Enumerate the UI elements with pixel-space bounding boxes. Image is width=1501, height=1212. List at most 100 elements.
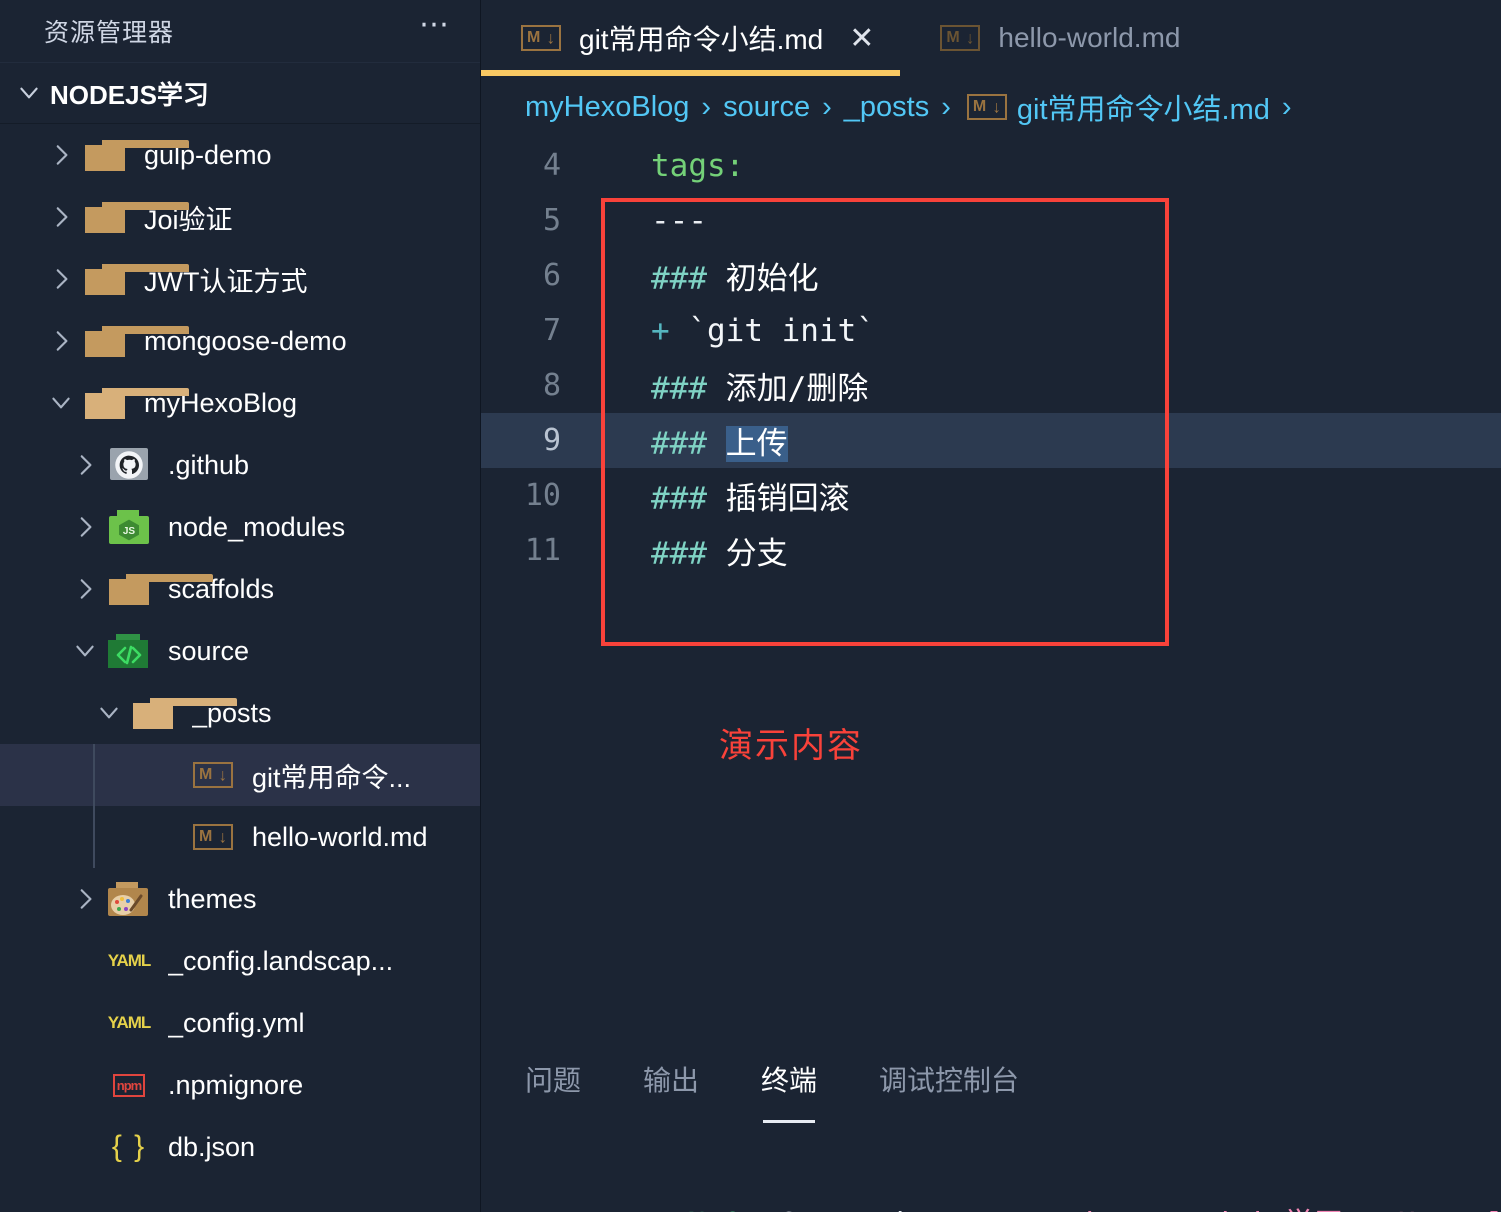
code-line[interactable]: 10 ### 插销回滚	[481, 468, 1501, 523]
panel-tab-4[interactable]: 调试控制台	[879, 1059, 1019, 1105]
folder-theme-icon	[106, 879, 152, 919]
tree-item-source[interactable]: source	[0, 620, 480, 682]
code-line-text: ### 添加/删除	[581, 363, 868, 408]
tree-item-_config.landscap...[interactable]: YAML _config.landscap...	[0, 930, 480, 992]
chevron-right-icon[interactable]	[40, 204, 82, 230]
code-line[interactable]: 9 ### 上传	[481, 413, 1501, 468]
breadcrumb-file[interactable]: git常用命令小结.md	[1017, 86, 1270, 128]
tree-item-label: _config.yml	[168, 1007, 305, 1038]
panel-tab-2[interactable]: 输出	[643, 1059, 699, 1105]
code-token: `git init`	[688, 312, 875, 349]
markdown-icon	[940, 25, 981, 51]
chevron-right-icon[interactable]	[40, 142, 82, 168]
breadcrumb-part-2[interactable]: source	[723, 91, 810, 124]
code-line[interactable]: 8 ### 添加/删除	[481, 358, 1501, 413]
code-line-text: ### 分支	[581, 528, 788, 573]
tree-item-Joi[interactable]: Joi验证	[0, 186, 480, 248]
tree-guide-line	[93, 744, 95, 868]
workspace-name: NODEJS学习	[50, 79, 209, 110]
code-token: ###	[651, 481, 726, 517]
tree-item-label: source	[168, 635, 250, 666]
code-token: ###	[651, 536, 726, 572]
chevron-down-icon[interactable]	[8, 80, 50, 106]
github-icon	[106, 445, 152, 485]
line-number: 5	[542, 203, 561, 238]
panel-tab-3[interactable]: 终端	[761, 1059, 817, 1123]
breadcrumb-part-1[interactable]: myHexoBlog	[525, 91, 689, 124]
folder-open-icon	[82, 383, 189, 423]
npm-icon: npm	[106, 1065, 152, 1105]
chevron-right-icon[interactable]	[64, 576, 106, 602]
chevron-right-icon[interactable]	[64, 514, 106, 540]
folder-icon	[106, 569, 213, 609]
line-number: 6	[542, 258, 561, 293]
line-number: 4	[542, 148, 561, 183]
explorer-title: 资源管理器	[44, 19, 175, 47]
line-number: 10	[524, 478, 561, 513]
more-actions-icon[interactable]: ⋯	[419, 10, 452, 42]
code-line-text: ---	[581, 203, 707, 239]
tree-item-.github[interactable]: .github	[0, 434, 480, 496]
selected-text: 上传	[725, 426, 788, 462]
tree-item-label: themes	[168, 883, 257, 914]
code-line[interactable]: 11 ### 分支	[481, 523, 1501, 578]
tree-item-JWT[interactable]: JWT认证方式	[0, 248, 480, 310]
tree-item-node_modules[interactable]: JS node_modules	[0, 496, 480, 558]
line-number: 11	[524, 533, 561, 568]
tree-item-hello-world.md[interactable]: hello-world.md	[0, 806, 480, 868]
chevron-down-icon[interactable]	[88, 700, 130, 726]
code-token: 初始化	[725, 261, 819, 297]
editor-tabbar: git常用命令小结.md ✕ hello-world.md	[481, 0, 1501, 76]
breadcrumb: myHexoBlog › source › _posts › git常用命令小结.md ›	[481, 76, 1501, 138]
chevron-right-icon[interactable]	[64, 452, 106, 478]
tree-item-mongoose-demo[interactable]: mongoose-demo	[0, 310, 480, 372]
code-token: ###	[651, 426, 726, 462]
tree-item-_config.yml[interactable]: YAML _config.yml	[0, 992, 480, 1054]
chevron-down-icon[interactable]	[64, 638, 106, 664]
tree-item-scaffolds[interactable]: scaffolds	[0, 558, 480, 620]
breadcrumb-separator-icon: ›	[822, 90, 832, 123]
terminal-level: INFO	[670, 1207, 742, 1212]
tree-item-gulp-demo[interactable]: gulp-demo	[0, 124, 480, 186]
folder-icon	[82, 259, 189, 299]
code-token: +	[651, 312, 689, 349]
tree-item-myHexoBlog[interactable]: myHexoBlog	[0, 372, 480, 434]
breadcrumb-separator-icon: ›	[1281, 90, 1292, 123]
code-editor[interactable]: 4 tags: 5 --- 6 ### 初始化 7 + `git init` 8 ### 添加/删…	[481, 138, 1501, 1028]
chevron-right-icon[interactable]	[64, 886, 106, 912]
tree-item-git...[interactable]: git常用命令...	[0, 744, 480, 806]
panel-tab-1[interactable]: 问题	[525, 1059, 581, 1105]
workspace-root-row[interactable]: NODEJS学习	[0, 62, 480, 124]
code-token: 分支	[725, 536, 788, 572]
markdown-icon	[190, 817, 236, 857]
code-line[interactable]: 7 + `git init`	[481, 303, 1501, 358]
code-line[interactable]: 5 ---	[481, 193, 1501, 248]
editor-tab-2[interactable]: hello-world.md	[900, 0, 1206, 76]
tree-item-label: .github	[168, 449, 250, 480]
code-line[interactable]: 4 tags:	[481, 138, 1501, 193]
editor-tab-1[interactable]: git常用命令小结.md ✕	[481, 0, 901, 76]
breadcrumb-part-3[interactable]: _posts	[844, 91, 929, 124]
code-token: ###	[651, 261, 726, 297]
line-number: 9	[542, 423, 561, 458]
json-icon: { }	[111, 1130, 147, 1163]
terminal-output[interactable]: INFO Created: ...\Desktop\nodejs学习\myHex…	[481, 1164, 1501, 1212]
tree-item-_posts[interactable]: _posts	[0, 682, 480, 744]
chevron-down-icon[interactable]	[40, 390, 82, 416]
yaml-icon: YAML	[107, 1013, 152, 1032]
tree-item-label: .npmignore	[168, 1069, 304, 1100]
close-icon[interactable]: ✕	[849, 21, 874, 56]
code-line[interactable]: 6 ### 初始化	[481, 248, 1501, 303]
folder-icon	[82, 197, 189, 237]
tree-item-db.json[interactable]: { } db.json	[0, 1116, 480, 1178]
folder-source-icon	[106, 631, 152, 671]
breadcrumb-separator-icon: ›	[941, 90, 951, 123]
tree-item-themes[interactable]: themes	[0, 868, 480, 930]
terminal-path-tail: \myHexoBl	[1344, 1207, 1501, 1212]
chevron-right-icon[interactable]	[40, 266, 82, 292]
chevron-right-icon[interactable]	[40, 328, 82, 354]
terminal-path-head: ...\Desktop\nodejs	[959, 1207, 1284, 1212]
tree-item-.npmignore[interactable]: npm .npmignore	[0, 1054, 480, 1116]
yaml-icon: YAML	[107, 951, 152, 970]
tree-item-label: node_modules	[168, 511, 346, 542]
